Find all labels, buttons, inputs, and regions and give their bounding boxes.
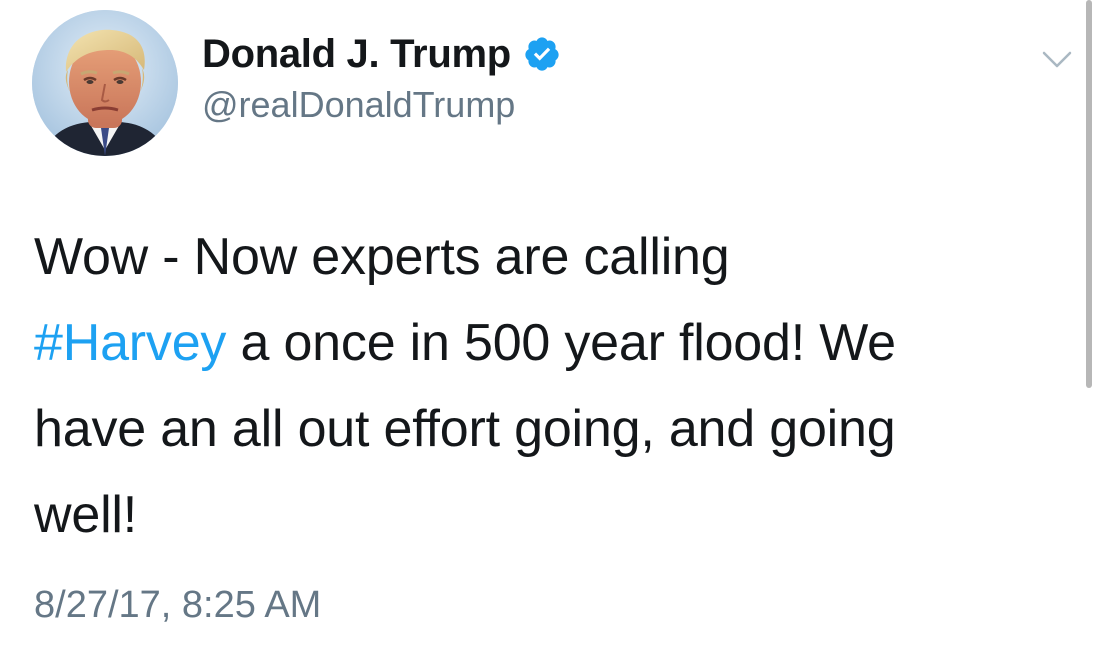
chevron-down-icon [1042, 51, 1072, 68]
tweet-timestamp[interactable]: 8/27/17, 8:25 AM [34, 584, 321, 627]
tweet-text-line: have an all out effort going, and going [34, 400, 896, 458]
scrollbar[interactable] [1086, 0, 1092, 388]
display-name[interactable]: Donald J. Trump [202, 32, 511, 77]
tweet-text: Wow - Now experts are calling #Harvey a … [34, 214, 1074, 558]
user-handle[interactable]: @realDonaldTrump [202, 84, 515, 126]
tweet-menu-button[interactable] [1040, 44, 1074, 74]
tweet-text-line: well! [34, 486, 138, 544]
tweet-text-line: #Harvey a once in 500 year flood! We [34, 300, 1074, 386]
tweet-text-line: Wow - Now experts are calling [34, 228, 730, 286]
tweet-text-fragment: a once in 500 year flood! We [226, 314, 896, 372]
tweet-card: Donald J. Trump @realDonaldTrump Wow - N… [0, 0, 1100, 664]
avatar[interactable] [32, 10, 178, 156]
verified-badge-icon [523, 35, 561, 73]
author-row: Donald J. Trump [202, 30, 561, 78]
hashtag-link[interactable]: #Harvey [34, 314, 226, 372]
profile-photo-icon [32, 10, 178, 156]
